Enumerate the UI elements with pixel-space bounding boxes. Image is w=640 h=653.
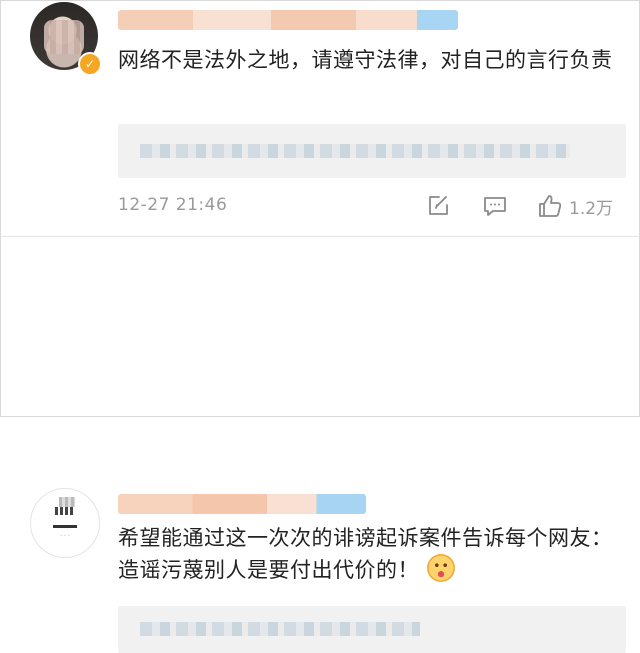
comment-timestamp: 12-27 21:46 (118, 195, 228, 215)
reply-preview-blurred[interactable] (118, 124, 626, 178)
comment-item: · · · 希望能通过这一次次的诽谤起诉案件告诉每个网友：造谣污蔑别人是要付出代… (0, 236, 640, 653)
avatar[interactable]: · · · (30, 488, 100, 558)
reply-preview-blurred[interactable] (118, 606, 626, 653)
like-button[interactable]: 1.2万 (537, 192, 613, 220)
username-blurred[interactable] (118, 10, 458, 30)
comment-text-content: 希望能通过这一次次的诽谤起诉案件告诉每个网友：造谣污蔑别人是要付出代价的！ (118, 526, 613, 582)
smiling-face-emoji-icon (427, 554, 455, 582)
comment-text: 希望能通过这一次次的诽谤起诉案件告诉每个网友：造谣污蔑别人是要付出代价的！ (118, 522, 628, 586)
share-icon (429, 196, 448, 215)
verified-badge-icon: ✓ (78, 52, 102, 76)
share-button[interactable] (426, 192, 450, 220)
comment-item: ✓ 网络不是法外之地，请遵守法律，对自己的言行负责 12-27 21:46 1.… (0, 0, 640, 236)
username-blurred[interactable] (118, 494, 366, 514)
like-count: 1.2万 (569, 198, 614, 219)
comment-text: 网络不是法外之地，请遵守法律，对自己的言行负责 (118, 48, 613, 72)
reply-button[interactable] (482, 192, 508, 220)
like-icon (539, 195, 562, 217)
reply-icon (484, 197, 506, 216)
